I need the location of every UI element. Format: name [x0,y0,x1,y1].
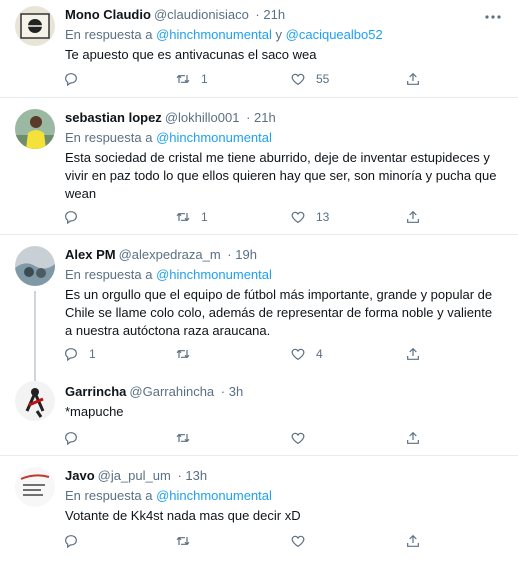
retweet-button[interactable]: 1 [175,207,208,227]
reply-icon [65,211,77,225]
like-button[interactable]: 4 [290,344,323,364]
share-icon [407,72,419,85]
user-handle[interactable]: @claudionisiaco [154,7,249,22]
user-handle[interactable]: @Garrahincha [129,384,214,399]
replying-to: En respuesta a @hinchmonumental [65,129,498,147]
retweet-icon [176,74,190,84]
share-icon [407,210,419,223]
tweet-mono-claudio[interactable]: Mono Claudio @claudionisiaco · 21h En res… [0,0,518,97]
like-button[interactable] [290,428,306,448]
display-name[interactable]: Javo [65,468,95,483]
like-count: 4 [316,347,323,361]
retweet-icon [176,349,190,359]
mention-link[interactable]: @hinchmonumental [156,130,272,145]
timestamp[interactable]: · 21h [255,7,285,22]
share-button[interactable] [405,69,421,89]
like-button[interactable] [290,531,306,551]
replying-to: En respuesta a @hinchmonumental [65,487,498,505]
mention-link[interactable]: @caciquealbo52 [286,27,383,42]
replying-label: En respuesta a [65,488,153,503]
avatar[interactable] [15,381,55,421]
replying-to: En respuesta a @hinchmonumental [65,266,498,284]
avatar[interactable] [15,109,55,149]
like-count: 13 [316,210,330,224]
thread-line [34,291,36,381]
conjunction: y [275,27,283,42]
replying-label: En respuesta a [65,130,153,145]
reply-button[interactable] [63,428,79,448]
share-icon [407,534,419,547]
reply-button[interactable] [63,531,79,551]
retweet-icon [176,212,190,222]
replying-label: En respuesta a [65,27,153,42]
display-name[interactable]: Garrincha [65,384,126,399]
reply-icon [65,348,77,362]
heart-icon [291,535,305,548]
retweet-button[interactable] [175,344,201,364]
display-name[interactable]: Mono Claudio [65,7,151,22]
share-button[interactable] [405,344,421,364]
mention-link[interactable]: @hinchmonumental [156,267,272,282]
user-handle[interactable]: @lokhillo001 [165,110,240,125]
reply-count: 1 [89,347,96,361]
timestamp[interactable]: · 19h [227,247,257,262]
tweet-sebastian-lopez[interactable]: sebastian lopez @lokhillo001 · 21h En res… [0,98,518,234]
like-button[interactable]: 13 [290,207,329,227]
display-name[interactable]: sebastian lopez [65,110,162,125]
reply-icon [65,535,77,549]
share-icon [407,347,419,360]
retweet-count: 1 [201,210,208,224]
heart-icon [291,432,305,445]
tweet-text: Votante de Kk4st nada mas que decir xD [65,508,301,523]
retweet-icon [176,433,190,443]
avatar[interactable] [15,6,55,46]
tweet-javo[interactable]: Javo @ja_pul_um · 13h En respuesta a @hin… [0,456,518,563]
avatar[interactable] [15,246,55,286]
tweet-text: Te apuesto que es antivacunas el saco we… [65,47,317,62]
tweet-alex-pm[interactable]: Alex PM @alexpedraza_m · 19h En respuesta… [0,235,518,381]
reply-button[interactable] [63,69,89,89]
heart-icon [291,73,305,86]
like-count: 55 [316,72,330,86]
reply-icon [65,73,77,87]
reply-button[interactable] [63,207,89,227]
tweet-text: Es un orgullo que el equipo de fútbol má… [65,287,493,338]
timestamp[interactable]: · 21h [246,110,276,125]
tweet-text: Esta sociedad de cristal me tiene aburri… [65,150,497,201]
retweet-count: 1 [201,72,208,86]
display-name[interactable]: Alex PM [65,247,116,262]
heart-icon [291,211,305,224]
heart-icon [291,348,305,361]
more-icon[interactable] [482,8,504,26]
replying-label: En respuesta a [65,267,153,282]
tweet-timeline: Mono Claudio @claudionisiaco · 21h En res… [0,0,518,563]
tweet-text: *mapuche [65,404,124,419]
user-handle[interactable]: @alexpedraza_m [119,247,221,262]
share-button[interactable] [405,207,421,227]
timestamp[interactable]: · 3h [221,384,243,399]
reply-button[interactable]: 1 [63,344,96,364]
retweet-button[interactable]: 1 [175,69,208,89]
share-button[interactable] [405,531,421,551]
retweet-button[interactable] [175,531,191,551]
tweet-garrincha[interactable]: Garrincha @Garrahincha · 3h *mapuche [0,375,518,455]
mention-link[interactable]: @hinchmonumental [156,27,272,42]
like-button[interactable]: 55 [290,69,329,89]
user-handle[interactable]: @ja_pul_um [98,468,171,483]
mention-link[interactable]: @hinchmonumental [156,488,272,503]
share-button[interactable] [405,428,421,448]
retweet-button[interactable] [175,428,191,448]
reply-icon [65,432,77,446]
share-icon [407,431,419,444]
replying-to: En respuesta a @hinchmonumental y @caciq… [65,26,498,44]
timestamp[interactable]: · 13h [177,468,207,483]
avatar[interactable] [15,467,55,507]
retweet-icon [176,536,190,546]
